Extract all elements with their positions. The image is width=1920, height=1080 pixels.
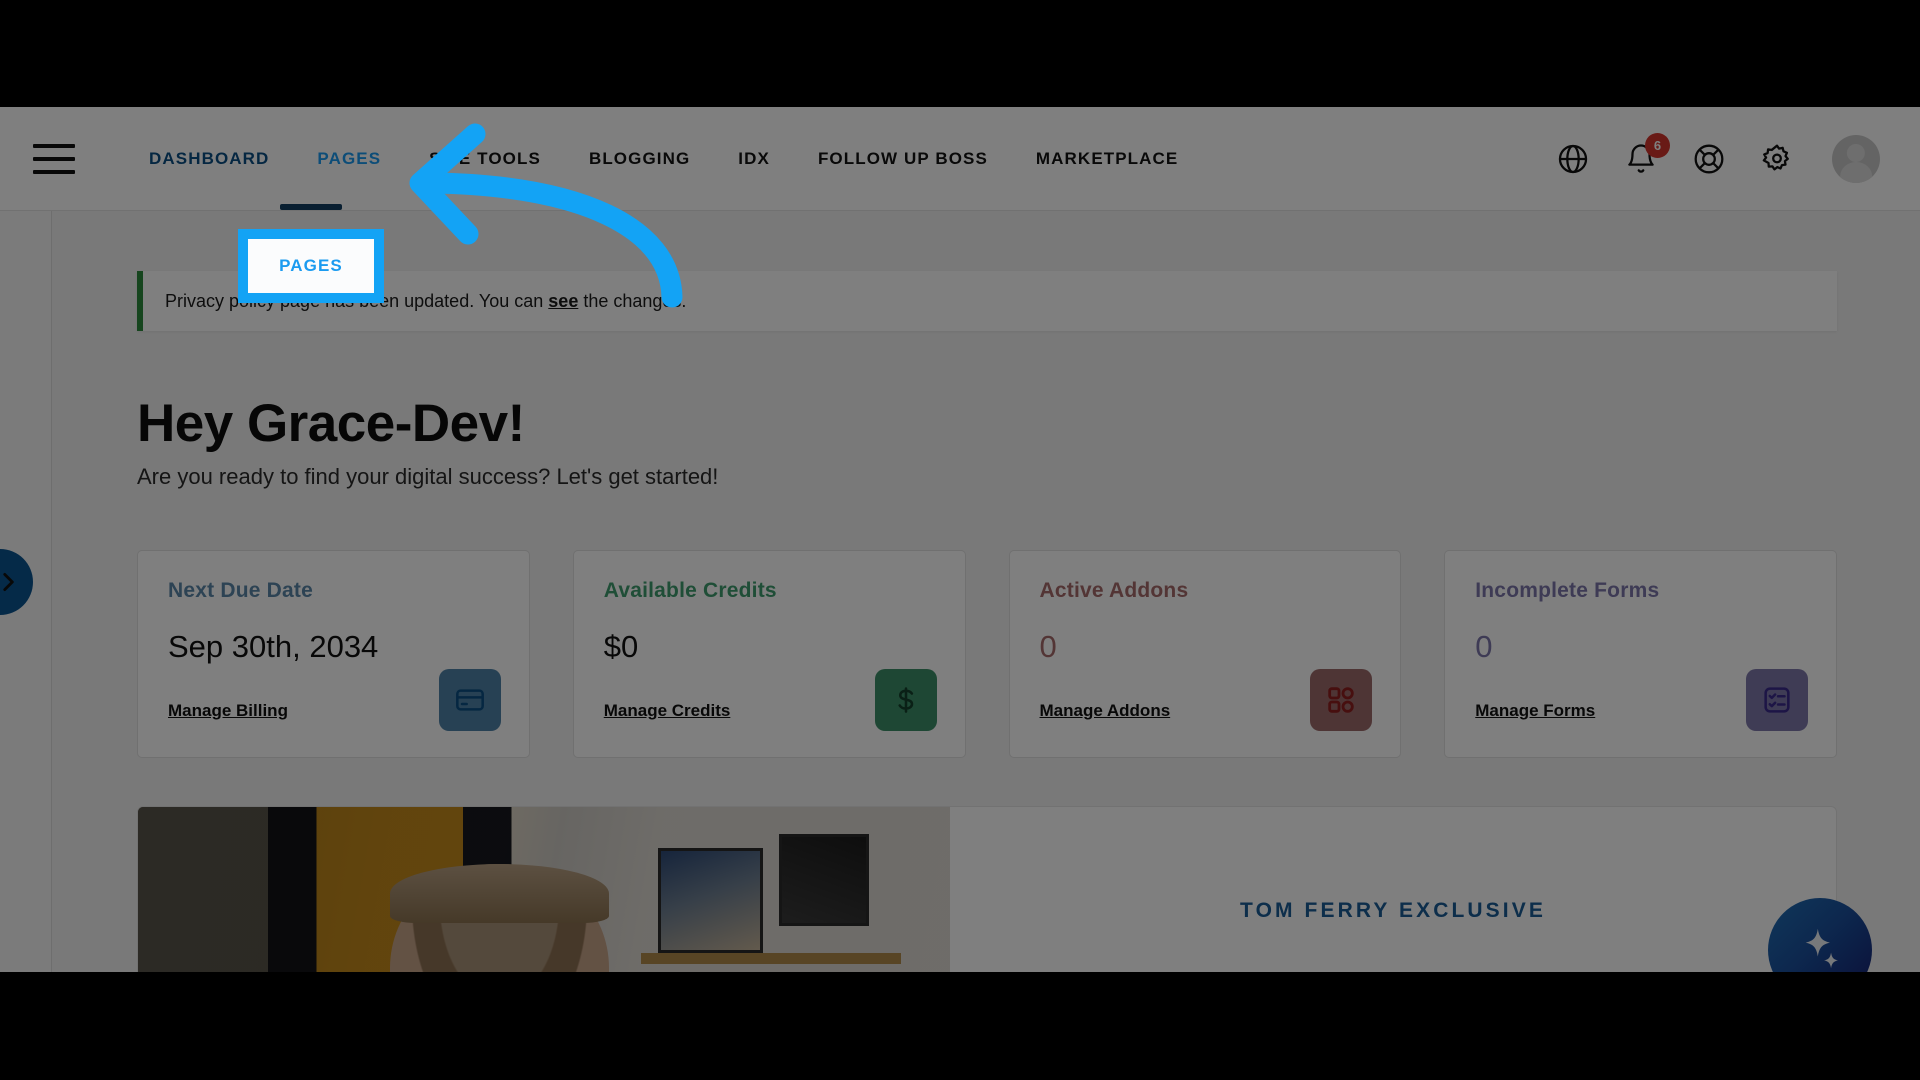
avatar-body <box>1840 162 1872 183</box>
card-title: Incomplete Forms <box>1475 579 1660 602</box>
card-value: $0 <box>603 629 639 664</box>
nav-item-marketplace[interactable]: MARKETPLACE <box>1012 107 1202 211</box>
manage-forms-link[interactable]: Manage Forms <box>1475 701 1595 721</box>
main-content: Privacy policy page has been updated. Yo… <box>52 211 1920 972</box>
nav-item-blogging[interactable]: BLOGGING <box>565 107 714 211</box>
credit-card-icon <box>438 669 501 731</box>
hamburger-line <box>33 169 75 174</box>
stat-card-available-credits: Available Credits $0 Manage Credits <box>572 550 966 758</box>
checklist-icon <box>1746 669 1808 731</box>
notice-see-link[interactable]: see <box>548 291 578 311</box>
nav-active-indicator <box>280 204 342 210</box>
grid-squares-icon <box>1310 669 1373 731</box>
dollar-sign-icon <box>874 669 937 731</box>
nav-item-idx[interactable]: IDX <box>714 107 794 211</box>
hamburger-menu-icon[interactable] <box>33 143 75 174</box>
avatar-head <box>1846 143 1866 162</box>
page-title: Hey Grace-Dev! <box>137 394 525 453</box>
thumbnail-person-hair <box>389 864 609 924</box>
stat-card-next-due-date: Next Due Date Sep 30th, 2034 Manage Bill… <box>137 550 530 758</box>
promo-banner[interactable]: TOM FERRY EXCLUSIVE <box>137 806 1837 972</box>
nav-item-dashboard[interactable]: DASHBOARD <box>125 107 293 211</box>
chevron-right-icon <box>3 573 14 591</box>
nav-item-follow-up-boss[interactable]: FOLLOW UP BOSS <box>794 107 1012 211</box>
card-value: 0 <box>1039 629 1057 664</box>
hamburger-line <box>33 156 75 161</box>
card-value: Sep 30th, 2034 <box>168 629 379 664</box>
page-subtitle: Are you ready to find your digital succe… <box>137 464 719 489</box>
card-title: Active Addons <box>1039 579 1189 602</box>
life-ring-help-icon[interactable] <box>1692 142 1726 176</box>
left-sidebar-rail <box>0 211 52 972</box>
nav-links: DASHBOARD PAGES SITE TOOLS BLOGGING IDX … <box>125 107 1202 211</box>
manage-credits-link[interactable]: Manage Credits <box>604 701 731 721</box>
browser-viewport: DASHBOARD PAGES SITE TOOLS BLOGGING IDX … <box>0 107 1920 972</box>
sparkle-ai-icon <box>1805 928 1838 969</box>
gear-settings-icon[interactable] <box>1760 142 1794 176</box>
promo-label: TOM FERRY EXCLUSIVE <box>1240 899 1546 922</box>
sidebar-expand-toggle[interactable] <box>0 549 33 615</box>
greeting-section: Hey Grace-Dev! Are you ready to find you… <box>137 393 1837 490</box>
hamburger-line <box>33 143 75 148</box>
promo-video-thumbnail[interactable] <box>138 807 950 972</box>
manage-billing-link[interactable]: Manage Billing <box>168 701 288 721</box>
top-navigation-bar: DASHBOARD PAGES SITE TOOLS BLOGGING IDX … <box>0 107 1920 211</box>
nav-icon-group: 6 <box>1556 132 1880 183</box>
thumbnail-picture-frame <box>779 834 869 926</box>
avatar[interactable] <box>1832 134 1880 183</box>
notice-text-after: the changes. <box>578 290 687 311</box>
bell-icon[interactable]: 6 <box>1624 132 1670 176</box>
thumbnail-shelf <box>641 952 902 965</box>
card-value: 0 <box>1475 629 1493 664</box>
stat-cards-row: Next Due Date Sep 30th, 2034 Manage Bill… <box>137 550 1837 758</box>
thumbnail-picture-frame <box>657 848 764 953</box>
stat-card-active-addons: Active Addons 0 Manage Addons <box>1008 550 1402 758</box>
stat-card-incomplete-forms: Incomplete Forms 0 Manage Forms <box>1444 550 1837 758</box>
globe-icon[interactable] <box>1556 142 1590 176</box>
card-title: Next Due Date <box>168 579 313 602</box>
promo-text-area: TOM FERRY EXCLUSIVE <box>950 807 1836 972</box>
notice-text-before: Privacy policy page has been updated. Yo… <box>165 290 549 311</box>
notification-badge: 6 <box>1645 132 1670 158</box>
nav-item-pages[interactable]: PAGES <box>293 107 405 211</box>
nav-item-site-tools[interactable]: SITE TOOLS <box>405 107 565 211</box>
card-title: Available Credits <box>603 579 777 602</box>
privacy-policy-notice-banner: Privacy policy page has been updated. Yo… <box>137 271 1837 331</box>
screenshot-frame: DASHBOARD PAGES SITE TOOLS BLOGGING IDX … <box>0 0 1920 1080</box>
notice-text: Privacy policy page has been updated. Yo… <box>165 291 686 312</box>
manage-addons-link[interactable]: Manage Addons <box>1040 701 1171 721</box>
